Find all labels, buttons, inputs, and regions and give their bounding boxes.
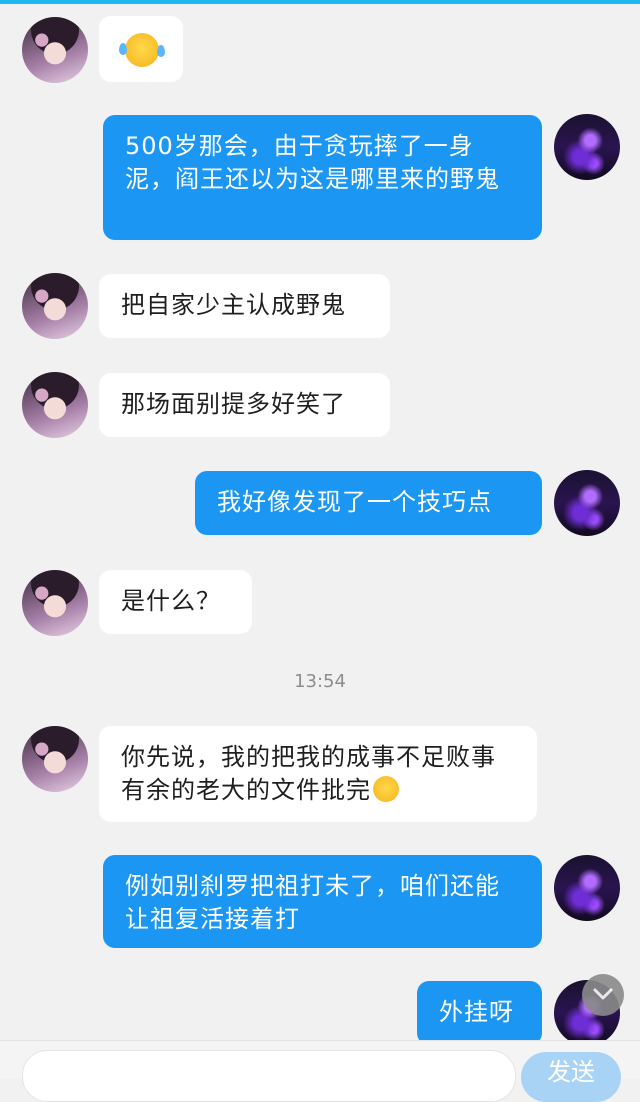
chat-message-list[interactable]: 500岁那会，由于贪玩摔了一身泥，阎王还以为这是哪里来的野鬼 把自家少主认成野鬼… — [0, 4, 640, 1046]
contact-avatar[interactable] — [22, 570, 88, 636]
message-bubble-outgoing[interactable]: 外挂呀 — [417, 981, 542, 1045]
message-bubble-outgoing[interactable]: 我好像发现了一个技巧点 — [195, 471, 542, 535]
message-bubble-incoming[interactable]: 那场面别提多好笑了 — [99, 373, 390, 437]
chevron-down-icon — [593, 988, 613, 1000]
message-bubble-emoji[interactable] — [99, 16, 183, 82]
contact-avatar[interactable] — [22, 17, 88, 83]
message-bubble-outgoing[interactable]: 例如别刹罗把祖打未了，咱们还能让祖复活接着打 — [103, 855, 542, 948]
scroll-to-bottom-button[interactable] — [582, 974, 624, 1016]
contact-avatar[interactable] — [22, 372, 88, 438]
message-bubble-outgoing[interactable]: 500岁那会，由于贪玩摔了一身泥，阎王还以为这是哪里来的野鬼 — [103, 115, 542, 240]
my-avatar[interactable] — [554, 114, 620, 180]
my-avatar[interactable] — [554, 855, 620, 921]
contact-avatar[interactable] — [22, 273, 88, 339]
crying-face-icon — [119, 33, 165, 67]
message-bubble-incoming[interactable]: 是什么？ — [99, 570, 252, 634]
message-input[interactable] — [22, 1050, 516, 1102]
message-input-bar: 发送 — [0, 1040, 640, 1102]
my-avatar[interactable] — [554, 470, 620, 536]
message-bubble-incoming[interactable]: 把自家少主认成野鬼 — [99, 274, 390, 338]
crying-face-icon — [373, 776, 399, 802]
message-text: 你先说，我的把我的成事不足败事有余的老大的文件批完 — [121, 743, 496, 804]
message-timestamp: 13:54 — [294, 671, 346, 692]
send-button[interactable]: 发送 — [521, 1052, 621, 1102]
message-bubble-incoming[interactable]: 你先说，我的把我的成事不足败事有余的老大的文件批完 — [99, 726, 537, 822]
contact-avatar[interactable] — [22, 726, 88, 792]
